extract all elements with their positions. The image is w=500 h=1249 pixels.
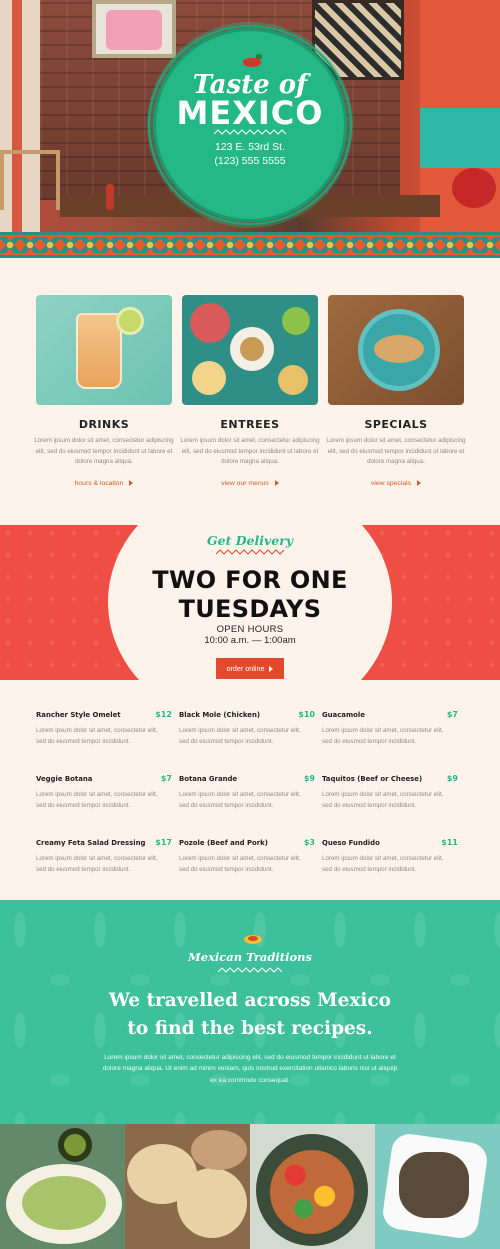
hot-sauce-bottle bbox=[106, 184, 114, 210]
link-label[interactable]: view our menus bbox=[221, 480, 269, 487]
menu-item-price: $9 bbox=[303, 774, 315, 783]
menu-item-price: $12 bbox=[155, 710, 172, 719]
link-label[interactable]: hours & location bbox=[75, 480, 124, 487]
guacamole-photo bbox=[0, 1124, 125, 1249]
menu-item-name: Rancher Style Omelet bbox=[36, 711, 121, 719]
menu-item-description: Lorem ipsum dolor sit amet, consectetur … bbox=[179, 855, 301, 873]
menu-item-name: Taquitos (Beef or Cheese) bbox=[322, 775, 423, 783]
traditions-body: Lorem ipsum dolor sit amet, consectetur … bbox=[102, 1054, 398, 1084]
promo-script: Get Delivery bbox=[206, 533, 294, 548]
menu-item-description: Lorem ipsum dolor sit amet, consectetur … bbox=[179, 727, 301, 745]
zigzag-divider-icon bbox=[216, 549, 284, 555]
menu-item-description: Lorem ipsum dolor sit amet, consectetur … bbox=[36, 791, 158, 809]
zigzag-divider-icon bbox=[218, 967, 282, 973]
menu-item-price: $10 bbox=[298, 710, 315, 719]
view-menus-link[interactable]: view our menus bbox=[182, 480, 318, 487]
traditions-heading: We travelled across Mexico to find the b… bbox=[60, 987, 440, 1043]
logo-title: MEXICO bbox=[176, 94, 324, 132]
chili-pepper-icon bbox=[243, 54, 262, 67]
menu-item-description: Lorem ipsum dolor sit amet, consectetur … bbox=[322, 791, 444, 809]
stir-fry-photo bbox=[250, 1124, 375, 1249]
menu-item-description: Lorem ipsum dolor sit amet, consectetur … bbox=[322, 855, 444, 873]
menu-item-description: Lorem ipsum dolor sit amet, consectetur … bbox=[322, 727, 444, 745]
menu-item-name: Black Mole (Chicken) bbox=[179, 711, 261, 719]
chevron-right-icon bbox=[417, 480, 422, 487]
menu-item-price: $7 bbox=[446, 710, 458, 719]
open-hours-label: OPEN HOURS bbox=[216, 624, 284, 635]
traditions-heading-line1: We travelled across Mexico bbox=[109, 990, 391, 1011]
open-hours: 10:00 a.m. — 1:00am bbox=[204, 635, 296, 646]
menu-item-name: Queso Fundido bbox=[322, 839, 380, 847]
tacos-photo bbox=[125, 1124, 250, 1249]
menu-item-name: Guacamole bbox=[322, 711, 365, 719]
menu-item-description: Lorem ipsum dolor sit amet, consectetur … bbox=[179, 791, 301, 809]
drinks-text: Lorem ipsum dolor sit amet, consectetur … bbox=[34, 437, 174, 465]
teal-wall-stripe bbox=[420, 108, 500, 168]
chair-photo bbox=[0, 150, 60, 210]
drinks-image bbox=[36, 295, 172, 405]
promo-heading: TWO FOR ONE TUESDAYS bbox=[140, 566, 360, 624]
zigzag-divider-icon bbox=[214, 129, 286, 135]
traditions-script: Mexican Traditions bbox=[188, 950, 312, 964]
menu-item-description: Lorem ipsum dolor sit amet, consectetur … bbox=[36, 727, 158, 745]
poinsettia-plant bbox=[452, 168, 496, 208]
menu-item-name: Veggie Botana bbox=[36, 775, 93, 783]
menu-item-price: $3 bbox=[303, 838, 315, 847]
specials-text: Lorem ipsum dolor sit amet, consectetur … bbox=[326, 437, 466, 465]
menu-item-price: $11 bbox=[441, 838, 458, 847]
menu-item-name: Botana Grande bbox=[179, 775, 238, 783]
address: 123 E. 53rd St. bbox=[214, 141, 286, 153]
beans-photo bbox=[375, 1124, 500, 1249]
chevron-right-icon bbox=[274, 480, 279, 487]
entrees-text: Lorem ipsum dolor sit amet, consectetur … bbox=[180, 437, 320, 465]
menu-item-description: Lorem ipsum dolor sit amet, consectetur … bbox=[36, 855, 158, 873]
menu-item-price: $9 bbox=[446, 774, 458, 783]
entrees-image bbox=[182, 295, 318, 405]
entrees-title: ENTREES bbox=[220, 418, 280, 431]
wall-art-photo bbox=[92, 0, 176, 58]
promo-heading-line2: TUESDAYS bbox=[178, 595, 322, 623]
traditions-heading-line2: to find the best recipes. bbox=[127, 1018, 373, 1039]
specials-image bbox=[328, 295, 464, 405]
hours-location-link[interactable]: hours & location bbox=[36, 480, 172, 487]
promo-heading-line1: TWO FOR ONE bbox=[152, 566, 348, 594]
order-online-button[interactable]: order online bbox=[216, 658, 284, 679]
drinks-title: DRINKS bbox=[78, 418, 130, 431]
menu-item-name: Creamy Feta Salad Dressing bbox=[36, 839, 146, 847]
view-specials-link[interactable]: view specials bbox=[328, 480, 464, 487]
chevron-right-icon bbox=[129, 480, 134, 487]
menu-item-name: Pozole (Beef and Pork) bbox=[179, 839, 268, 847]
chili-pepper-icon bbox=[244, 935, 262, 944]
chevron-right-icon bbox=[269, 666, 274, 673]
link-label[interactable]: view specials bbox=[371, 480, 411, 487]
menu-item-price: $17 bbox=[155, 838, 172, 847]
menu-item-price: $7 bbox=[160, 774, 172, 783]
button-label[interactable]: order online bbox=[227, 664, 265, 673]
decorative-border bbox=[0, 232, 500, 258]
phone-number[interactable]: (123) 555 5555 bbox=[153, 155, 347, 167]
specials-title: SPECIALS bbox=[364, 418, 428, 431]
